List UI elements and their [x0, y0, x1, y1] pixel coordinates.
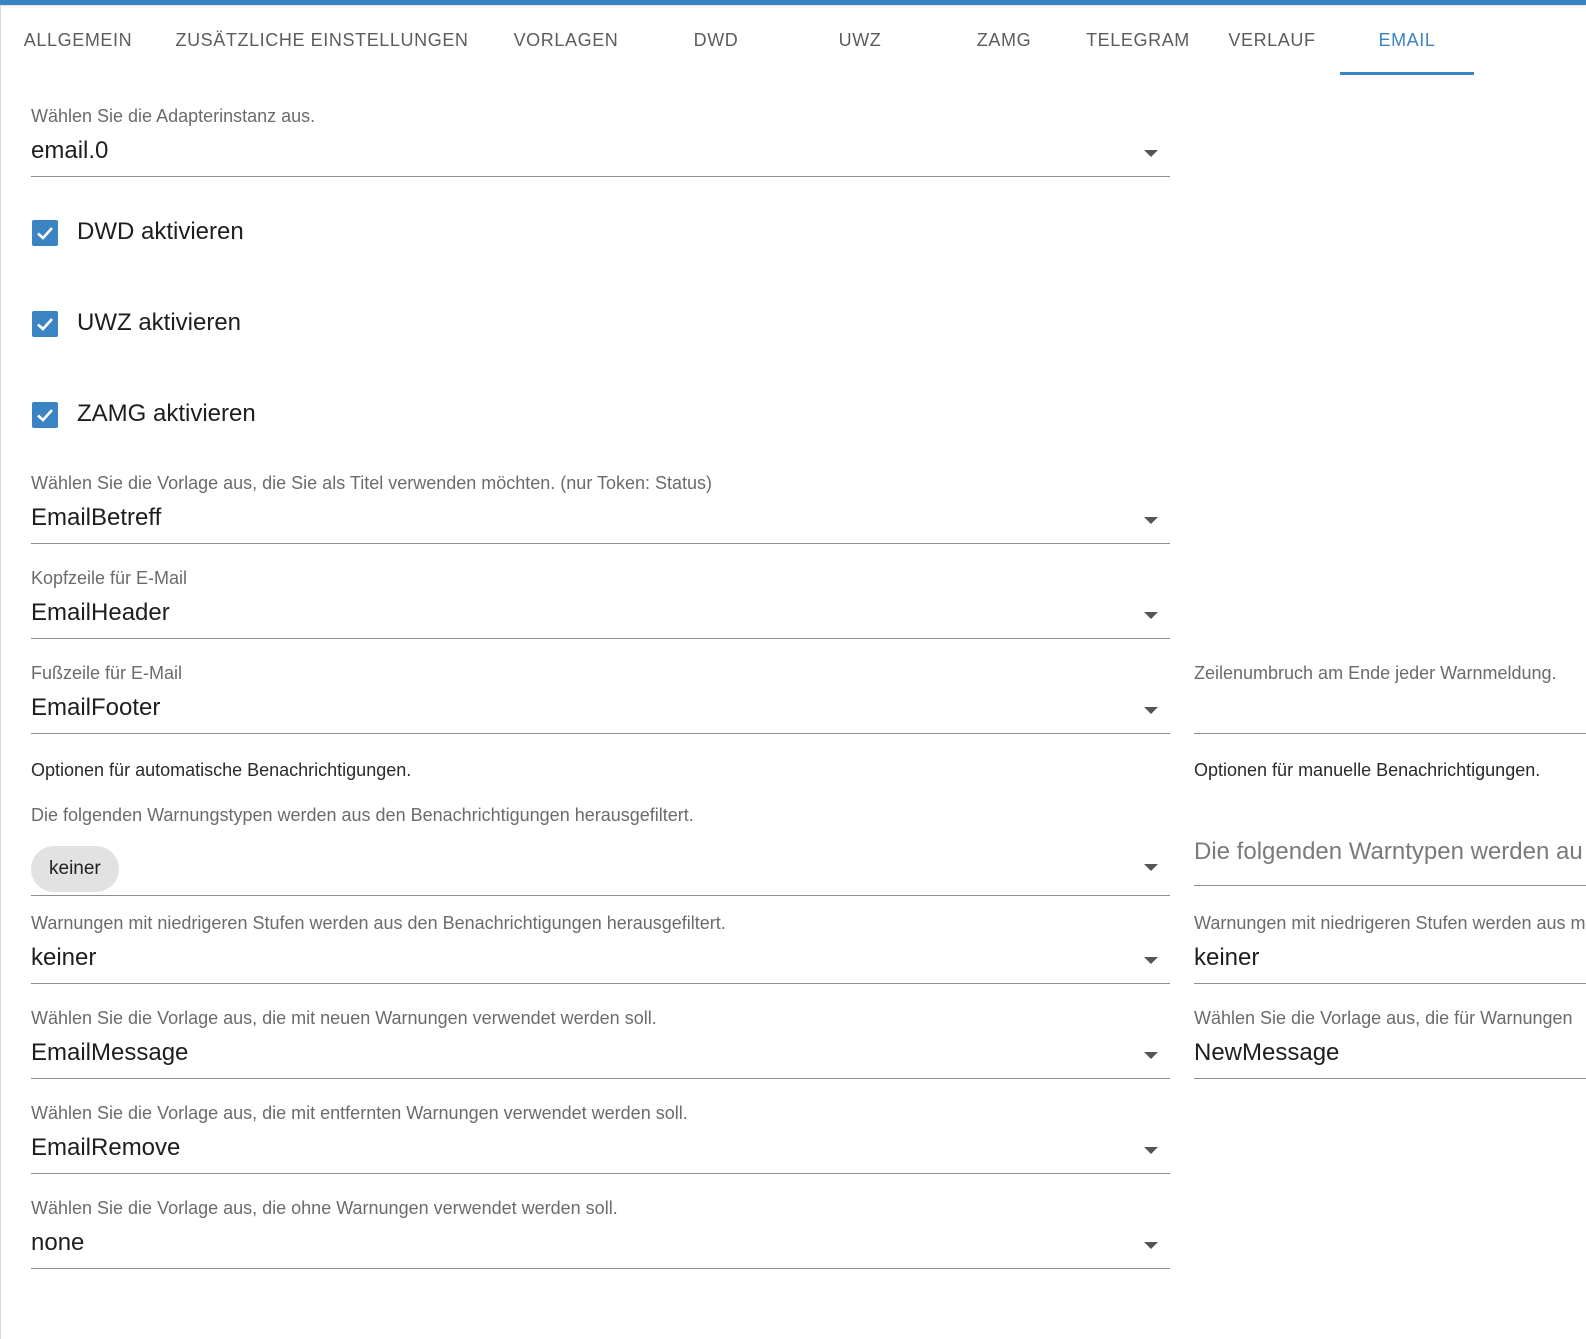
auto-new-template-label: Wählen Sie die Vorlage aus, die mit neue…	[31, 1008, 657, 1028]
auto-filter-level-label: Warnungen mit niedrigeren Stufen werden …	[31, 913, 726, 933]
checkbox-label: DWD aktivieren	[77, 218, 244, 245]
tab-verlauf[interactable]: VERLAUF	[1200, 5, 1344, 75]
chevron-down-icon	[1144, 150, 1158, 157]
checkbox-checked-icon	[32, 311, 58, 337]
title-template-label: Wählen Sie die Vorlage aus, die Sie als …	[31, 473, 713, 493]
manual-options-heading: Optionen für manuelle Benachrichtigungen…	[1194, 760, 1541, 780]
tab-allgemein[interactable]: ALLGEMEIN	[0, 5, 156, 75]
chevron-down-icon	[1144, 957, 1158, 964]
underline	[31, 733, 1170, 734]
footer-template-label: Fußzeile für E-Mail	[31, 663, 183, 683]
title-template-value: EmailBetreff	[31, 504, 162, 531]
auto-none-template-value: none	[31, 1229, 85, 1256]
title-template-select[interactable]: Wählen Sie die Vorlage aus, die Sie als …	[31, 473, 1170, 545]
underline	[31, 638, 1170, 639]
instance-value: email.0	[31, 137, 109, 164]
header-template-value: EmailHeader	[31, 599, 170, 626]
auto-filter-types-label: Die folgenden Warnungstypen werden aus d…	[31, 805, 694, 825]
auto-options-heading: Optionen für automatische Benachrichtigu…	[31, 760, 412, 780]
tab-uwz[interactable]: UWZ	[788, 5, 932, 75]
auto-none-template-label: Wählen Sie die Vorlage aus, die ohne War…	[31, 1198, 618, 1218]
manual-template-label: Wählen Sie die Vorlage aus, die für Warn…	[1194, 1008, 1573, 1028]
underline	[31, 1268, 1170, 1269]
filter-chip[interactable]: keiner	[31, 846, 119, 892]
manual-template-value: NewMessage	[1194, 1039, 1340, 1066]
underline	[1194, 1078, 1586, 1079]
checkbox-label: UWZ aktivieren	[77, 309, 242, 336]
tab-zamg[interactable]: ZAMG	[932, 5, 1076, 75]
footer-template-select[interactable]: Fußzeile für E-Mail EmailFooter	[31, 663, 1170, 735]
manual-filter-level-value: keiner	[1194, 944, 1260, 971]
auto-removed-template-select[interactable]: Wählen Sie die Vorlage aus, die mit entf…	[31, 1103, 1170, 1175]
line-break-input[interactable]: Zeilenumbruch am Ende jeder Warnmeldung.	[1194, 663, 1586, 735]
auto-new-template-select[interactable]: Wählen Sie die Vorlage aus, die mit neue…	[31, 1008, 1170, 1080]
manual-filter-types-select[interactable]: Die folgenden Warntypen werden au	[1194, 805, 1586, 887]
footer-template-value: EmailFooter	[31, 694, 161, 721]
auto-new-template-value: EmailMessage	[31, 1039, 189, 1066]
manual-filter-level-label: Warnungen mit niedrigeren Stufen werden …	[1194, 913, 1586, 933]
left-border	[0, 5, 1, 1339]
underline	[31, 1173, 1170, 1174]
underline	[1194, 733, 1586, 734]
auto-filter-level-select[interactable]: Warnungen mit niedrigeren Stufen werden …	[31, 913, 1170, 985]
manual-filter-types-placeholder: Die folgenden Warntypen werden au	[1194, 838, 1583, 865]
chevron-down-icon	[1144, 517, 1158, 524]
header-template-select[interactable]: Kopfzeile für E-Mail EmailHeader	[31, 568, 1170, 640]
tab-vorlagen[interactable]: VORLAGEN	[488, 5, 644, 75]
checkbox-checked-icon	[32, 402, 58, 428]
auto-filter-types-select[interactable]: Die folgenden Warnungstypen werden aus d…	[31, 805, 1170, 897]
auto-filter-level-value: keiner	[31, 944, 97, 971]
manual-template-select[interactable]: Wählen Sie die Vorlage aus, die für Warn…	[1194, 1008, 1586, 1080]
chevron-down-icon	[1144, 1147, 1158, 1154]
chevron-down-icon	[1144, 707, 1158, 714]
checkbox-label: ZAMG aktivieren	[77, 400, 256, 427]
instance-label: Wählen Sie die Adapterinstanz aus.	[31, 106, 316, 126]
chevron-down-icon	[1144, 1242, 1158, 1249]
manual-filter-level-select[interactable]: Warnungen mit niedrigeren Stufen werden …	[1194, 913, 1586, 985]
tab-telegram[interactable]: TELEGRAM	[1076, 5, 1200, 75]
underline	[1194, 983, 1586, 984]
auto-none-template-select[interactable]: Wählen Sie die Vorlage aus, die ohne War…	[31, 1198, 1170, 1270]
line-break-label: Zeilenumbruch am Ende jeder Warnmeldung.	[1194, 663, 1557, 683]
underline	[31, 983, 1170, 984]
header-template-label: Kopfzeile für E-Mail	[31, 568, 188, 588]
chevron-down-icon	[1144, 864, 1158, 871]
underline	[31, 176, 1170, 177]
chevron-down-icon	[1144, 612, 1158, 619]
tab-zusaetzliche-einstellungen[interactable]: ZUSÄTZLICHE EINSTELLUNGEN	[156, 5, 488, 75]
underline	[1194, 885, 1586, 886]
underline	[31, 895, 1170, 896]
underline	[31, 1078, 1170, 1079]
auto-removed-template-label: Wählen Sie die Vorlage aus, die mit entf…	[31, 1103, 688, 1123]
instance-select[interactable]: Wählen Sie die Adapterinstanz aus. email…	[31, 106, 1170, 178]
tab-bar: ALLGEMEIN ZUSÄTZLICHE EINSTELLUNGEN VORL…	[0, 5, 1586, 75]
chevron-down-icon	[1144, 1052, 1158, 1059]
tab-email[interactable]: EMAIL	[1340, 5, 1474, 75]
auto-removed-template-value: EmailRemove	[31, 1134, 181, 1161]
tab-dwd[interactable]: DWD	[644, 5, 788, 75]
underline	[31, 543, 1170, 544]
checkbox-checked-icon	[32, 220, 58, 246]
